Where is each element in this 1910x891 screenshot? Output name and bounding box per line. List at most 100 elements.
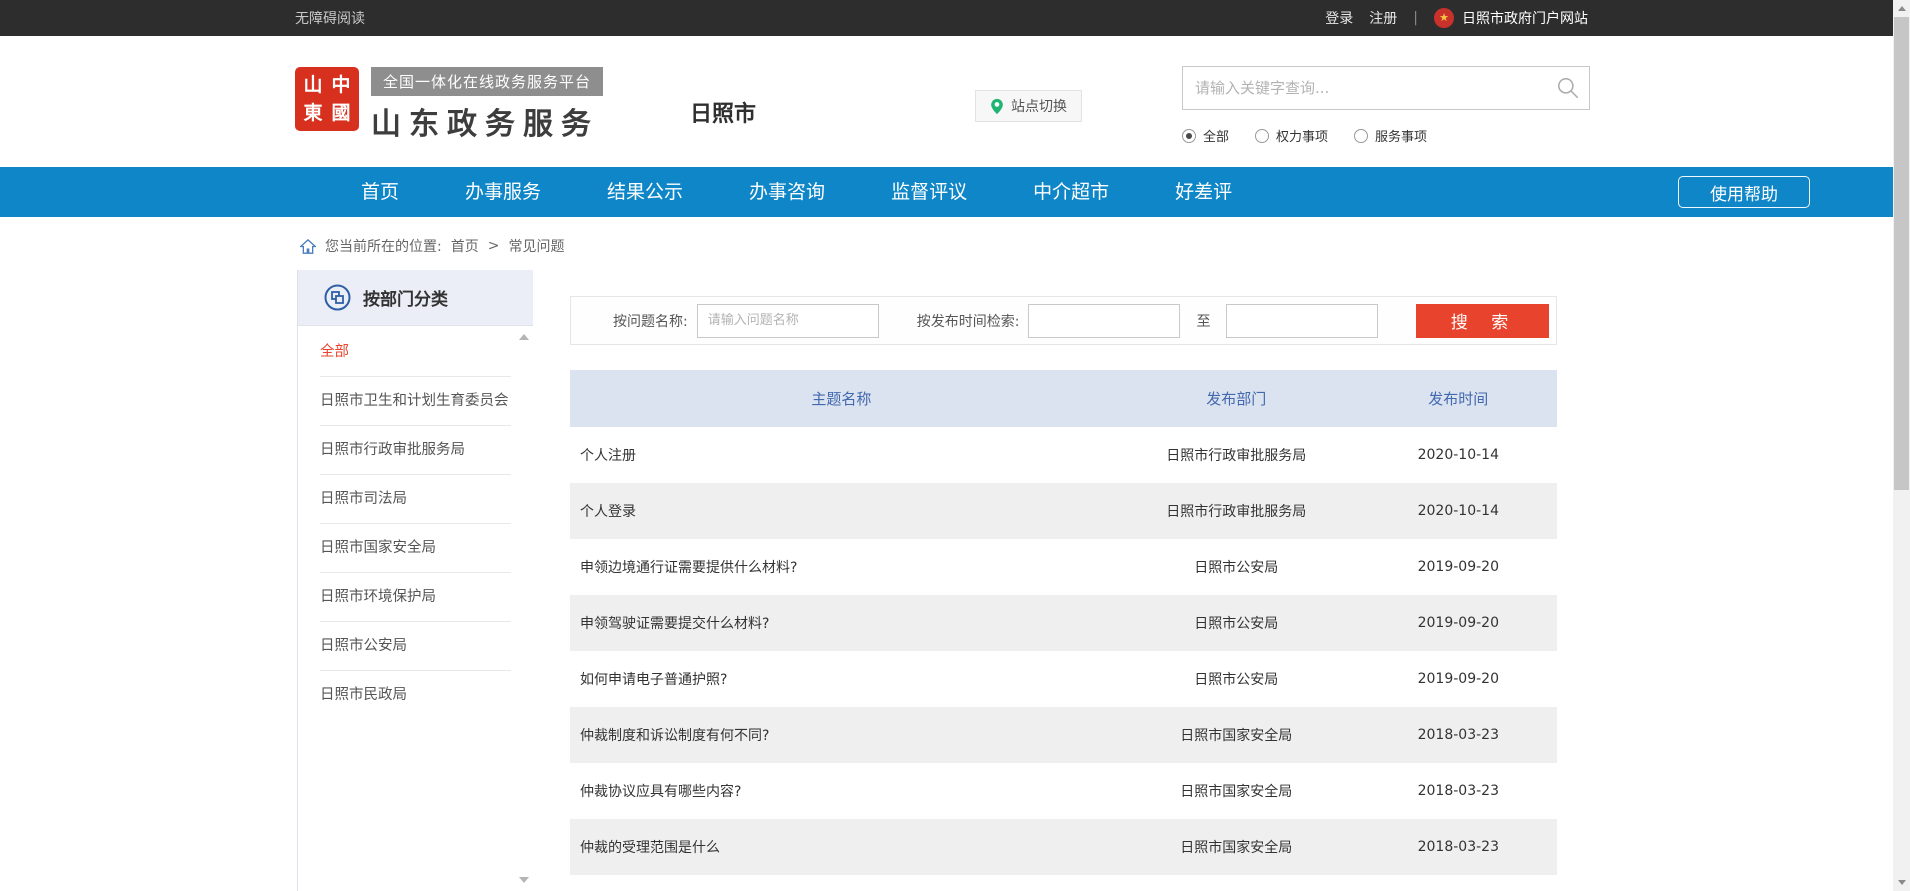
seal-char: 中 (331, 76, 350, 95)
sidebar-department-item[interactable]: 日照市国家安全局 (320, 524, 511, 573)
keyword-search-box (1182, 66, 1590, 110)
sidebar-department-item[interactable]: 日照市环境保护局 (320, 573, 511, 622)
table-row[interactable]: 如何申请电子普通护照? 日照市公安局 2019-09-20 (570, 651, 1557, 707)
radio-label: 服务事项 (1375, 126, 1427, 145)
help-button[interactable]: 使用帮助 (1678, 176, 1810, 208)
table-row[interactable]: 申领驾驶证需要提交什么材料? 日照市公安局 2019-09-20 (570, 595, 1557, 651)
sidebar-department-item[interactable]: 全部 (320, 328, 511, 377)
department-cell: 日照市国家安全局 (1113, 707, 1360, 763)
department-category-icon (324, 284, 351, 311)
question-title-cell[interactable]: 仲裁制度和诉讼制度有何不同? (570, 707, 1113, 763)
faq-table: 主题名称 发布部门 发布时间 个人注册 日照市行政审批服务局 2020-10-1… (570, 370, 1557, 875)
breadcrumb-home-link[interactable]: 首页 (451, 236, 479, 256)
accessibility-link[interactable]: 无障碍阅读 (295, 8, 365, 28)
question-title-cell[interactable]: 仲裁的受理范围是什么 (570, 819, 1113, 875)
scrollbar-up-button[interactable] (1893, 0, 1910, 17)
table-column-header: 发布时间 (1360, 370, 1557, 427)
sidebar-scroll-up-icon[interactable] (519, 334, 529, 340)
table-row[interactable]: 仲裁的受理范围是什么 日照市国家安全局 2018-03-23 (570, 819, 1557, 875)
date-cell: 2019-09-20 (1360, 539, 1557, 595)
faq-table-head: 主题名称 发布部门 发布时间 (570, 370, 1557, 427)
date-cell: 2019-09-20 (1360, 651, 1557, 707)
question-title-cell[interactable]: 个人注册 (570, 427, 1113, 483)
question-name-label: 按问题名称: (613, 311, 688, 331)
nav-item[interactable]: 办事服务 (432, 167, 574, 217)
nav-item[interactable]: 好差评 (1142, 167, 1265, 217)
sidebar-department-item[interactable]: 日照市民政局 (320, 671, 511, 719)
nav-item[interactable]: 结果公示 (574, 167, 716, 217)
radio-dot-icon[interactable] (1255, 129, 1269, 143)
breadcrumb-current: 常见问题 (508, 236, 564, 256)
breadcrumb-separator: > (488, 238, 500, 254)
question-title-cell[interactable]: 个人登录 (570, 483, 1113, 539)
date-cell: 2020-10-14 (1360, 427, 1557, 483)
question-filter-bar: 按问题名称: 按发布时间检索: 至 搜 索 (570, 296, 1557, 345)
department-sidebar: 按部门分类 全部 日照市卫生和计划生育委员会 日照市行政审批服务局 日照市司法局… (297, 270, 533, 891)
main-nav: 首页 办事服务 结果公示 办事咨询 监督评议 中介超市 好差评 使用帮助 (0, 167, 1910, 217)
sidebar-list: 全部 日照市卫生和计划生育委员会 日照市行政审批服务局 日照市司法局 日照市国家… (298, 326, 533, 719)
question-title-cell[interactable]: 申领驾驶证需要提交什么材料? (570, 595, 1113, 651)
nav-items: 首页 办事服务 结果公示 办事咨询 监督评议 中介超市 好差评 (328, 167, 1910, 217)
page-scrollbar[interactable] (1893, 0, 1910, 891)
date-to-label: 至 (1196, 311, 1210, 331)
date-to-input[interactable] (1226, 304, 1378, 338)
shandong-seal-icon: 山 中 東 國 (295, 67, 359, 131)
nav-item[interactable]: 首页 (328, 167, 432, 217)
site-switch-label: 站点切换 (1011, 96, 1067, 116)
login-link[interactable]: 登录 (1325, 8, 1353, 28)
radio-label: 全部 (1203, 126, 1229, 145)
department-cell: 日照市国家安全局 (1113, 763, 1360, 819)
radio-dot-icon[interactable] (1354, 129, 1368, 143)
sidebar-department-item[interactable]: 日照市行政审批服务局 (320, 426, 511, 475)
location-pin-icon (990, 98, 1004, 115)
table-row[interactable]: 个人注册 日照市行政审批服务局 2020-10-14 (570, 427, 1557, 483)
scrollbar-down-button[interactable] (1893, 874, 1910, 891)
breadcrumb-prefix: 您当前所在的位置: (325, 236, 442, 256)
table-header-row: 主题名称 发布部门 发布时间 (570, 370, 1557, 427)
faq-table-body: 个人注册 日照市行政审批服务局 2020-10-14 个人登录 日照市行政审批服… (570, 427, 1557, 875)
question-title-cell[interactable]: 申领边境通行证需要提供什么材料? (570, 539, 1113, 595)
department-cell: 日照市公安局 (1113, 651, 1360, 707)
search-button[interactable]: 搜 索 (1416, 304, 1549, 338)
sidebar-department-item[interactable]: 日照市公安局 (320, 622, 511, 671)
table-row[interactable]: 仲裁制度和诉讼制度有何不同? 日照市国家安全局 2018-03-23 (570, 707, 1557, 763)
table-row[interactable]: 个人登录 日照市行政审批服务局 2020-10-14 (570, 483, 1557, 539)
search-scope-radio[interactable]: 全部 (1182, 126, 1229, 145)
register-link[interactable]: 注册 (1369, 8, 1397, 28)
department-cell: 日照市行政审批服务局 (1113, 483, 1360, 539)
seal-char: 山 (303, 76, 322, 95)
search-scope-radio[interactable]: 权力事项 (1255, 126, 1328, 145)
search-scope-radio[interactable]: 服务事项 (1354, 126, 1427, 145)
site-logo[interactable]: 山 中 東 國 全国一体化在线政务服务平台 山东政务服务 (295, 67, 603, 143)
department-cell: 日照市国家安全局 (1113, 819, 1360, 875)
search-icon[interactable] (1555, 75, 1581, 101)
sidebar-header: 按部门分类 (298, 270, 533, 326)
platform-tag: 全国一体化在线政务服务平台 (371, 67, 603, 96)
question-title-cell[interactable]: 仲裁协议应具有哪些内容? (570, 763, 1113, 819)
sidebar-department-item[interactable]: 日照市卫生和计划生育委员会 (320, 377, 511, 426)
site-switch-button[interactable]: 站点切换 (975, 90, 1082, 122)
date-cell: 2018-03-23 (1360, 707, 1557, 763)
table-row[interactable]: 申领边境通行证需要提供什么材料? 日照市公安局 2019-09-20 (570, 539, 1557, 595)
breadcrumb: 您当前所在的位置: 首页 > 常见问题 (300, 236, 564, 256)
nav-item[interactable]: 中介超市 (1000, 167, 1142, 217)
radio-dot-icon[interactable] (1182, 129, 1196, 143)
date-from-input[interactable] (1028, 304, 1180, 338)
logo-text: 全国一体化在线政务服务平台 山东政务服务 (371, 67, 603, 143)
question-name-input[interactable] (697, 304, 879, 338)
nav-item[interactable]: 监督评议 (858, 167, 1000, 217)
question-title-cell[interactable]: 如何申请电子普通护照? (570, 651, 1113, 707)
table-row[interactable]: 仲裁协议应具有哪些内容? 日照市国家安全局 2018-03-23 (570, 763, 1557, 819)
sidebar-department-item[interactable]: 日照市司法局 (320, 475, 511, 524)
home-icon (300, 239, 316, 254)
topbar-right-group: 登录 注册 | ★ 日照市政府门户网站 (1325, 8, 1588, 28)
main-content: 按问题名称: 按发布时间检索: 至 搜 索 主题名称 发布部门 发布时间 个人注… (570, 296, 1557, 875)
portal-link[interactable]: ★ 日照市政府门户网站 (1434, 8, 1588, 28)
keyword-search-input[interactable] (1183, 79, 1555, 97)
date-cell: 2018-03-23 (1360, 763, 1557, 819)
scrollbar-thumb[interactable] (1894, 17, 1909, 490)
portal-link-label: 日照市政府门户网站 (1462, 8, 1588, 28)
nav-item[interactable]: 办事咨询 (716, 167, 858, 217)
department-cell: 日照市公安局 (1113, 595, 1360, 651)
sidebar-scroll-down-icon[interactable] (519, 877, 529, 883)
